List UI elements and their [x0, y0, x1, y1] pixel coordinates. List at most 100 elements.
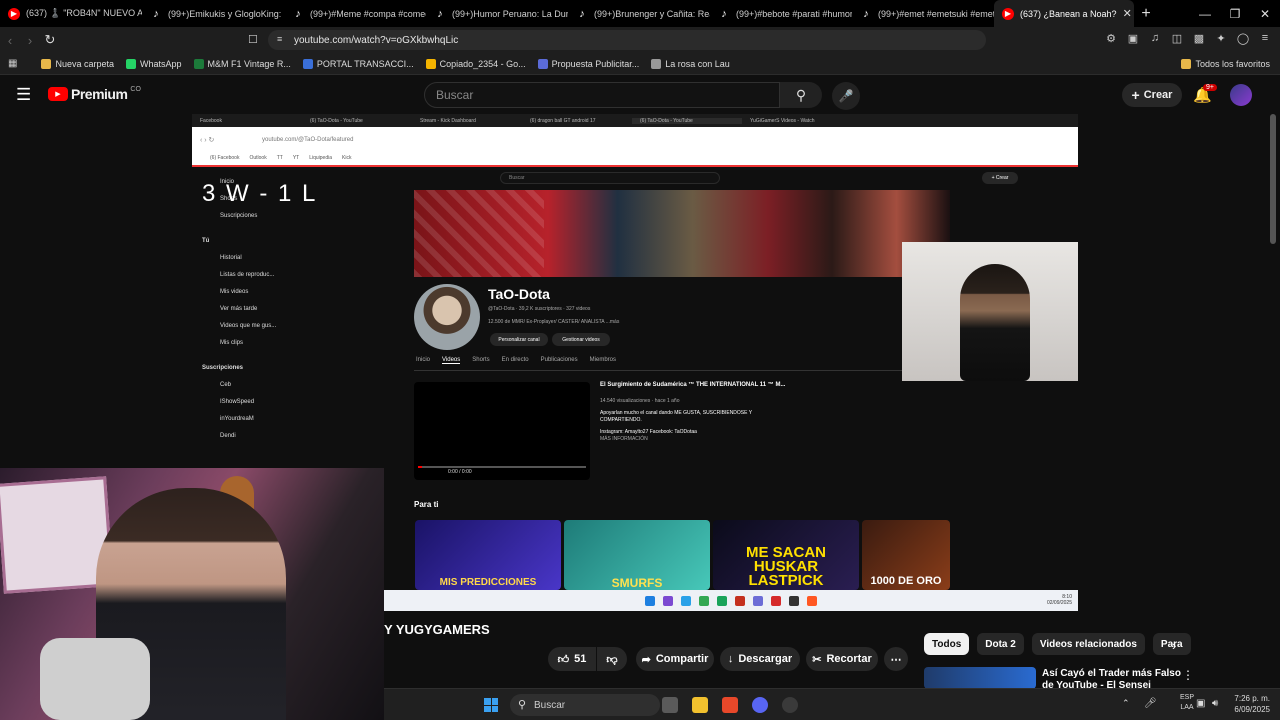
system-clock[interactable]: 7:26 p. m. 6/09/2025	[1234, 693, 1270, 715]
stream-sidebar-item: Videos que me gus...	[220, 323, 277, 329]
browser-tab[interactable]: ♪ (99+)Humor Peruano: La Dura	[426, 0, 568, 27]
create-label: Crear	[1143, 89, 1173, 101]
thumbnail-text: MIS PREDICCIONES	[439, 577, 537, 588]
bookmark-item[interactable]: Copiado_2354 - Go...	[425, 58, 526, 69]
site-info-icon[interactable]: ≡	[277, 34, 282, 44]
bookmark-item[interactable]: WhatsApp	[126, 58, 182, 69]
voice-search-button[interactable]: 🎤	[832, 82, 860, 110]
menu-icon[interactable]: ≡	[1258, 32, 1272, 46]
featured-views: 14.540 visualizaciones · hace 1 año	[600, 398, 680, 404]
leo-ai-icon[interactable]: ✦	[1214, 32, 1228, 46]
sidebar-icon[interactable]: ◫	[1170, 32, 1184, 46]
bookmark-icon	[425, 58, 436, 69]
volume-icon[interactable]: 🔊︎	[1212, 698, 1218, 709]
bookmark-label: PORTAL TRANSACCI...	[316, 58, 414, 69]
filter-chip[interactable]: Todos	[924, 633, 970, 655]
search-button[interactable]: ⚲	[780, 82, 822, 108]
back-icon[interactable]: ‹	[0, 33, 20, 48]
browser-tab[interactable]: ▶ (637) ¿Banean a Noah? ✕	[994, 0, 1134, 27]
channel-banner	[414, 190, 950, 277]
browser-tab[interactable]: ♪ (99+)#emet #emetsuki #emets	[852, 0, 994, 27]
apps-grid-icon[interactable]: ▦	[8, 58, 17, 69]
create-button[interactable]: + Crear	[1122, 83, 1182, 107]
screenshot-icon[interactable]: ▣	[1126, 32, 1140, 46]
download-button[interactable]: ↓ Descargar	[720, 647, 800, 671]
recommendation-thumbnail[interactable]	[924, 667, 1036, 689]
clip-label: Recortar	[826, 653, 872, 665]
divider	[414, 370, 950, 371]
window-controls: — ❐ ✕	[1190, 0, 1280, 27]
brave-browser-icon[interactable]	[722, 697, 738, 713]
reload-icon[interactable]: ↻	[40, 32, 60, 48]
close-tab-icon[interactable]: ✕	[1123, 7, 1132, 20]
clock-date: 6/09/2025	[1234, 705, 1270, 714]
youtube-play-icon: ▶	[48, 87, 68, 101]
browser-tab[interactable]: ♪ (99+)Brunenger y Cañita: Reac	[568, 0, 710, 27]
stream-tab: (6) dragon ball GT android 17	[530, 117, 596, 124]
bookmark-icon[interactable]: ☐	[248, 33, 258, 46]
filter-chip[interactable]: Dota 2	[977, 633, 1024, 655]
share-button[interactable]: ➦ Compartir	[636, 647, 714, 671]
like-button[interactable]: 👍︎ 51	[548, 647, 596, 671]
hamburger-menu-icon[interactable]: ☰	[16, 85, 31, 105]
more-vert-icon[interactable]: ⋮	[1182, 668, 1194, 682]
forward-icon[interactable]: ›	[20, 33, 40, 48]
avatar[interactable]	[1230, 84, 1252, 106]
url-field[interactable]: youtube.com/watch?v=oGXkbwhqLic	[268, 30, 986, 50]
stream-sidebar-item: Mis videos	[220, 289, 249, 295]
customize-channel-button: Personalizar canal	[490, 333, 548, 346]
layout-code: LAA	[1180, 704, 1194, 711]
wallet-icon[interactable]: ▩	[1192, 32, 1206, 46]
stream-create-button: + Crear	[982, 172, 1018, 184]
more-actions-button[interactable]: ⋯	[884, 647, 908, 671]
scissors-icon: ✂	[812, 653, 822, 666]
bookmark-item[interactable]: Nueva carpeta	[41, 58, 114, 69]
thumbnail: ME SACAN HUSKAR LASTPICK	[713, 520, 859, 590]
bookmark-label: WhatsApp	[140, 58, 182, 69]
page-scrollbar[interactable]	[1270, 114, 1276, 244]
browser-tab[interactable]: ▶ (637) ♟️ "ROB4N" NUEVO AU	[0, 0, 142, 27]
all-favorites[interactable]: Todos los favoritos	[1181, 58, 1270, 69]
minimize-icon[interactable]: —	[1190, 7, 1220, 21]
tray-mic-icon[interactable]: 🎤︎	[1144, 698, 1157, 709]
language-indicator[interactable]: ESP LAA	[1180, 693, 1194, 713]
bookmark-label: Copiado_2354 - Go...	[439, 58, 526, 69]
youtube-premium-logo[interactable]: ▶ Premium CO	[48, 86, 141, 102]
new-tab-button[interactable]: +	[1134, 5, 1158, 23]
browser-tab[interactable]: ♪ (99+)#Meme #compa #comedi	[284, 0, 426, 27]
taskbar-search[interactable]: ⚲ Buscar	[510, 694, 660, 716]
stream-tab: YuGiGamerS Videos - Watch	[750, 117, 815, 124]
network-icon[interactable]: ▣	[1196, 698, 1205, 709]
stream-bookmark: Kick	[342, 155, 352, 161]
media-icon[interactable]: ♫	[1148, 32, 1162, 46]
tray-chevron-icon[interactable]: ⌃	[1122, 698, 1130, 709]
windows-start-icon[interactable]	[484, 698, 498, 712]
youtube-icon: ▶	[1002, 7, 1014, 20]
bookmark-item[interactable]: La rosa con Lau	[651, 58, 730, 69]
clip-button[interactable]: ✂ Recortar	[806, 647, 878, 671]
browser-tab[interactable]: ♪ (99+)#bebote #parati #humor	[710, 0, 852, 27]
featured-links: Instagram: Amaylto27 Facebook: TaODotaa	[600, 428, 697, 435]
discord-icon[interactable]	[752, 697, 768, 713]
filter-chip[interactable]: Videos relacionados	[1031, 633, 1145, 655]
video-title: Y YUGYGAMERS	[384, 622, 490, 637]
search-input[interactable]: Buscar	[424, 82, 780, 108]
task-view-icon[interactable]	[662, 697, 678, 713]
stream-sidebar: Inicio Shorts Suscripciones Tú Historial List…	[200, 174, 290, 445]
dislike-button[interactable]: 👎︎	[597, 647, 627, 671]
extensions-icon[interactable]: ⚙	[1104, 32, 1118, 46]
channel-tab: Inicio	[416, 357, 431, 363]
obs-icon[interactable]	[782, 697, 798, 713]
bookmark-item[interactable]: Propuesta Publicitar...	[537, 58, 639, 69]
browser-tab-label: (99+)Brunenger y Cañita: Reac	[594, 8, 710, 19]
bookmark-item[interactable]: PORTAL TRANSACCI...	[302, 58, 414, 69]
stream-tab: Facebook	[200, 117, 222, 124]
close-window-icon[interactable]: ✕	[1250, 7, 1280, 21]
browser-tab-label: (637) ¿Banean a Noah?	[1020, 8, 1117, 19]
browser-tab[interactable]: ♪ (99+)Emikukis y GlogloKing: M	[142, 0, 284, 27]
vpn-icon[interactable]: ◯	[1236, 32, 1250, 46]
maximize-icon[interactable]: ❐	[1220, 7, 1250, 21]
bookmark-item[interactable]: M&M F1 Vintage R...	[193, 58, 291, 69]
file-explorer-icon[interactable]	[692, 697, 708, 713]
chevron-right-icon[interactable]: ›	[1172, 638, 1176, 653]
